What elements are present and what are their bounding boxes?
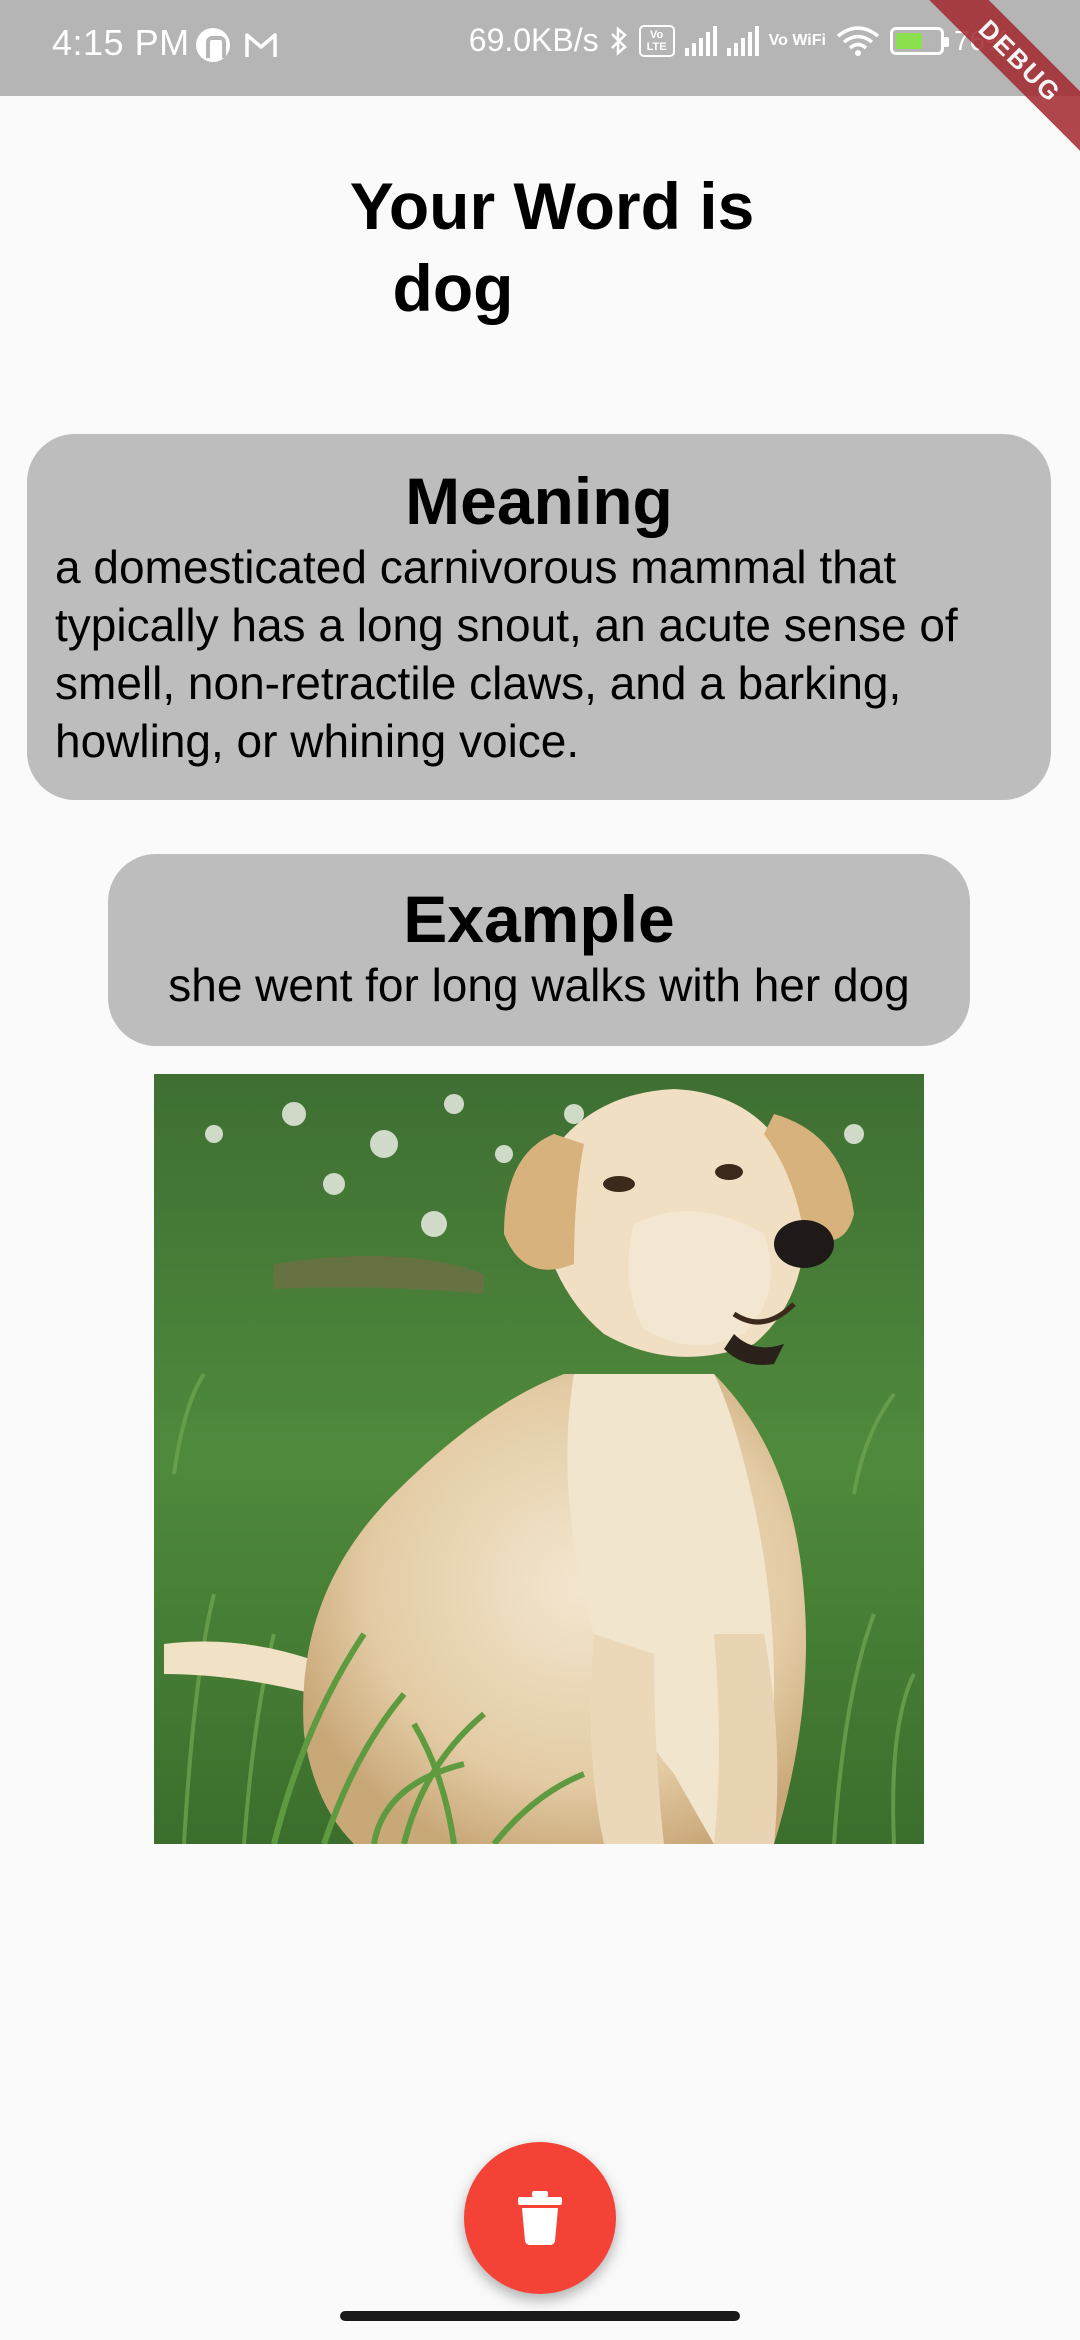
- title-label: Your Word is: [349, 169, 755, 243]
- delete-button[interactable]: [464, 2142, 616, 2294]
- example-title: Example: [403, 882, 675, 956]
- home-indicator[interactable]: [340, 2311, 740, 2321]
- word-image: [154, 1074, 924, 1844]
- page-title: Your Word is dog: [0, 165, 1080, 329]
- network-speed: 69.0KB/s: [468, 22, 599, 58]
- trash-icon: [518, 2191, 562, 2245]
- screen: 4:15 PM 69.0KB/s Vo LTE Vo WiFi DEBUG Yo…: [0, 0, 1080, 2340]
- status-time: 4:15 PM: [52, 22, 190, 63]
- meaning-text: a domesticated carnivorous mammal that t…: [55, 541, 958, 767]
- meaning-card: Meaning a domesticated carnivorous mamma…: [27, 434, 1051, 800]
- signal-icon-2: [726, 25, 759, 56]
- battery-icon: [889, 26, 949, 55]
- status-bar: 4:15 PM 69.0KB/s Vo LTE Vo WiFi: [0, 0, 1080, 96]
- bluetooth-icon: [610, 25, 627, 56]
- word-value: dog: [392, 251, 514, 325]
- example-text: she went for long walks with her dog: [168, 959, 910, 1011]
- example-card: Example she went for long walks with her…: [108, 854, 970, 1046]
- vowifi-badge: Vo WiFi: [768, 31, 826, 49]
- meaning-title: Meaning: [405, 464, 673, 538]
- gmail-icon: [245, 33, 277, 57]
- notification-app-icon: [196, 28, 230, 62]
- signal-icon-1: [684, 25, 717, 56]
- wifi-icon: [836, 25, 880, 56]
- volte-badge: Vo LTE: [638, 24, 675, 57]
